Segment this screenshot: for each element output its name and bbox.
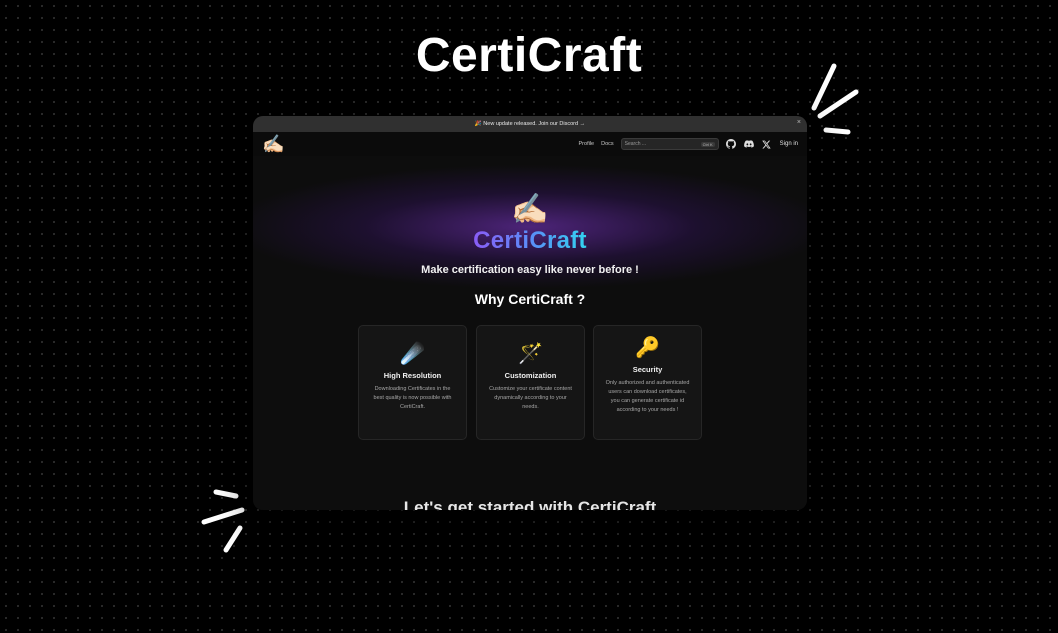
feature-description: Customize your certificate content dynam… [489,386,572,410]
hero-title: CertiCraft [415,29,643,82]
logo-icon[interactable]: ✍🏻 [262,135,284,153]
feature-description: Downloading Certificates in the best qua… [373,386,452,410]
brand-name: CertiCraft [253,227,807,255]
spark-decoration-bottom [196,482,256,562]
search-shortcut: Ctrl K [700,141,715,147]
magic-wand-icon: 🪄 [518,343,543,365]
nav-link-docs[interactable]: Docs [601,141,614,147]
landing-content: ✍🏻 CertiCraft Make certification easy li… [253,156,807,510]
sign-in-button[interactable]: Sign in [780,141,798,147]
banner-text[interactable]: 🎉 New update released. Join our Discord … [475,121,585,127]
x-icon[interactable] [762,139,772,149]
brand-name-text: CertiCraft [473,227,587,254]
feature-title: Security [632,365,663,374]
github-icon[interactable] [725,139,736,149]
spark-decoration-top [806,58,866,138]
feature-card-security[interactable]: 🔑 Security Only authorized and authentic… [593,325,702,440]
comet-icon: ☄️ [400,343,425,365]
feature-card-high-resolution[interactable]: ☄️ High Resolution Downloading Certifica… [358,325,467,440]
browser-window: 🎉 New update released. Join our Discord … [253,116,807,510]
navbar: ✍🏻 Profile Docs Search ... Ctrl K Sign i… [253,132,807,156]
feature-description: Only authorized and authenticated users … [605,380,690,413]
discord-icon[interactable] [743,139,754,149]
announcement-banner[interactable]: 🎉 New update released. Join our Discord … [253,116,807,132]
nav-link-profile[interactable]: Profile [579,141,595,147]
writing-hand-icon: ✍🏻 [511,193,549,226]
feature-card-customization[interactable]: 🪄 Customization Customize your certifica… [476,325,585,440]
feature-title: High Resolution [383,371,442,380]
key-icon: 🔑 [635,337,660,359]
tagline: Make certification easy like never befor… [421,264,639,276]
search-input[interactable]: Search ... Ctrl K [620,138,719,150]
feature-title: Customization [504,371,557,380]
why-title: Why CertiCraft ? [474,291,586,307]
cta-heading: Let's get started with CertiCraft [403,498,657,510]
close-icon[interactable]: × [797,119,801,126]
search-placeholder: Search ... [624,141,647,147]
